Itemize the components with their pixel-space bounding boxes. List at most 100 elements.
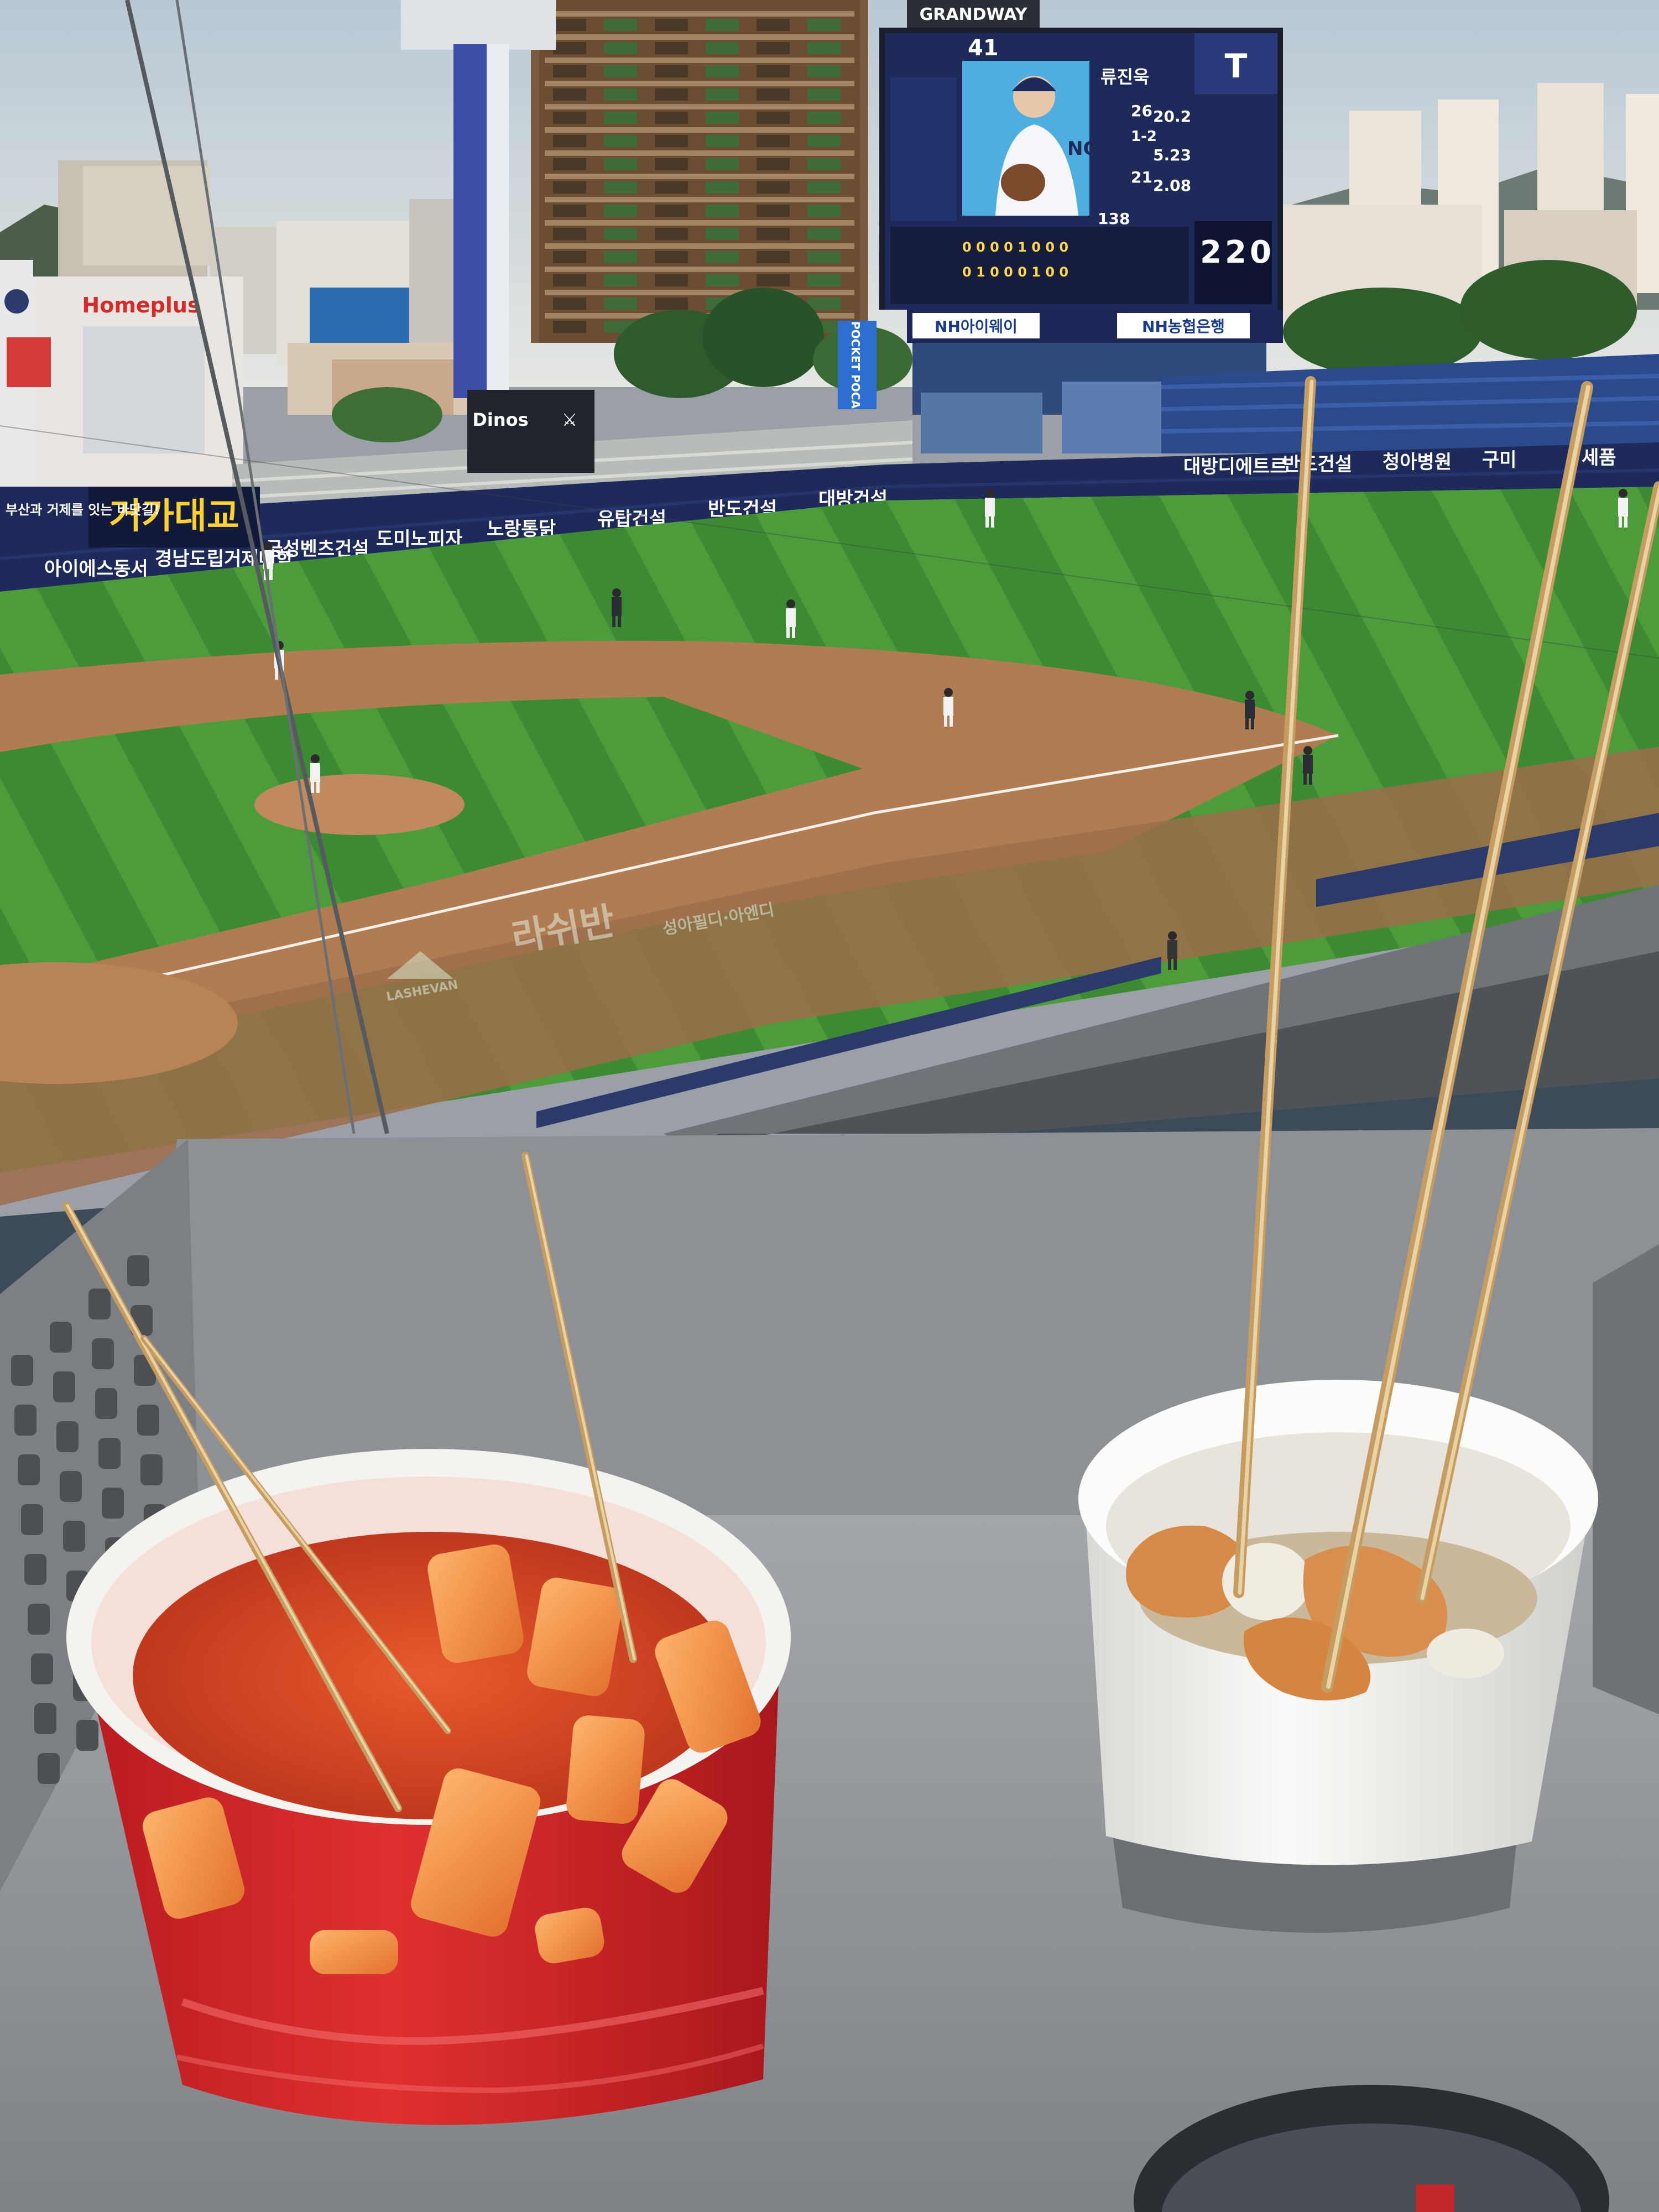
tower-window (655, 42, 688, 54)
vent-hole (14, 1405, 36, 1436)
tower-window (706, 65, 739, 77)
tower-window (757, 158, 790, 170)
tower-window (807, 181, 841, 194)
vent-hole (92, 1338, 114, 1369)
sponsor-right: NH농협은행 (1142, 317, 1225, 336)
player-name: 류진욱 (1100, 66, 1149, 87)
tower-window (553, 205, 586, 217)
tower-window (757, 181, 790, 194)
tower-window (553, 158, 586, 170)
tower-floor (545, 243, 854, 249)
vent-hole (24, 1554, 46, 1585)
tower-window (807, 205, 841, 217)
tower-window (706, 274, 739, 286)
tower-window (807, 19, 841, 31)
tower-window (655, 181, 688, 194)
vent-hole (127, 1255, 149, 1286)
tower-window (706, 228, 739, 240)
tower-window (706, 19, 739, 31)
tower-window (604, 19, 637, 31)
tower-window (757, 65, 790, 77)
tower-floor (545, 127, 854, 133)
tower-window (807, 112, 841, 124)
tower-window (807, 65, 841, 77)
tower-window (655, 88, 688, 101)
tower-window (553, 321, 586, 333)
tower-window (757, 251, 790, 263)
right-wall-ad: 반도건설 (1283, 453, 1352, 476)
tower-floor (545, 267, 854, 272)
tower-window (655, 112, 688, 124)
vent-hole (11, 1355, 33, 1386)
tower-floor (545, 150, 854, 156)
team-logo-nc: NC (1067, 138, 1097, 160)
pitcher-glove (1001, 164, 1045, 201)
tower-floor (545, 197, 854, 202)
tower-window (655, 251, 688, 263)
stat-a: 26 (1131, 102, 1152, 120)
tower-window (553, 19, 586, 31)
tower-window (757, 205, 790, 217)
tower-window (604, 112, 637, 124)
geoga-bridge-billboard: 거가대교 부산과 거제를 잇는 바닷길! (0, 487, 260, 547)
tower-window (706, 135, 739, 147)
stat-f: 2.08 (1153, 176, 1191, 195)
vent-hole (56, 1421, 79, 1452)
nc-dinos-logo: ⚔ (562, 409, 578, 430)
score-home: 2 (1225, 234, 1246, 270)
tower-window (604, 251, 637, 263)
tower-window (655, 228, 688, 240)
tower-window (553, 135, 586, 147)
tower-floor (545, 34, 854, 40)
tower-window (604, 298, 637, 310)
tower-window (553, 274, 586, 286)
vent-hole (21, 1504, 43, 1535)
tower-window (807, 158, 841, 170)
tower-window (757, 274, 790, 286)
vent-hole (98, 1438, 121, 1469)
pocket-poca-banner: POCKET POCA (838, 321, 877, 409)
tower-window (706, 88, 739, 101)
score-extra: 0 (1250, 234, 1271, 270)
dinos-sign-text: Dinos (472, 409, 528, 430)
homeplus-building: Homeplus (0, 260, 243, 492)
tower-window (604, 65, 637, 77)
tower-window (604, 228, 637, 240)
tower-window (655, 19, 688, 31)
tower-window (553, 298, 586, 310)
tower-floor (545, 11, 854, 17)
tower-window (757, 112, 790, 124)
tower-window (553, 112, 586, 124)
tower-floor (545, 220, 854, 226)
vent-hole (137, 1405, 159, 1436)
vent-hole (63, 1521, 85, 1552)
homeplus-sign: Homeplus (82, 293, 200, 317)
vent-hole (102, 1488, 124, 1519)
vent-hole (53, 1371, 75, 1402)
tower-window (604, 158, 637, 170)
tower-floor (545, 104, 854, 109)
right-wall-ad: 세품 (1582, 447, 1616, 469)
tower-window (553, 42, 586, 54)
scoreboard: GRANDWAY NC 41 류진욱 26 20.2 1-2 5.23 21 2… (879, 0, 1283, 343)
tower-window (604, 42, 637, 54)
vent-hole (50, 1322, 72, 1353)
vent-hole (34, 1703, 56, 1734)
tower-window (706, 112, 739, 124)
tower-window (706, 205, 739, 217)
tower-window (807, 251, 841, 263)
tower-floor (545, 58, 854, 63)
tower-window (553, 251, 586, 263)
tower-window (807, 298, 841, 310)
geoga-bridge-sub: 부산과 거제를 잇는 바닷길! (6, 502, 160, 518)
right-wall-ad: 대방디에트르 (1183, 456, 1287, 478)
tower-window (757, 19, 790, 31)
line-score-home: 0 1 0 0 0 1 0 0 (962, 264, 1068, 280)
right-wall-ad: 구미 (1482, 449, 1517, 471)
tower-window (553, 228, 586, 240)
player-number: 41 (968, 35, 999, 61)
tower-window (604, 88, 637, 101)
stat-e: 21 (1131, 168, 1152, 186)
tower-window (655, 158, 688, 170)
tower-window (807, 135, 841, 147)
